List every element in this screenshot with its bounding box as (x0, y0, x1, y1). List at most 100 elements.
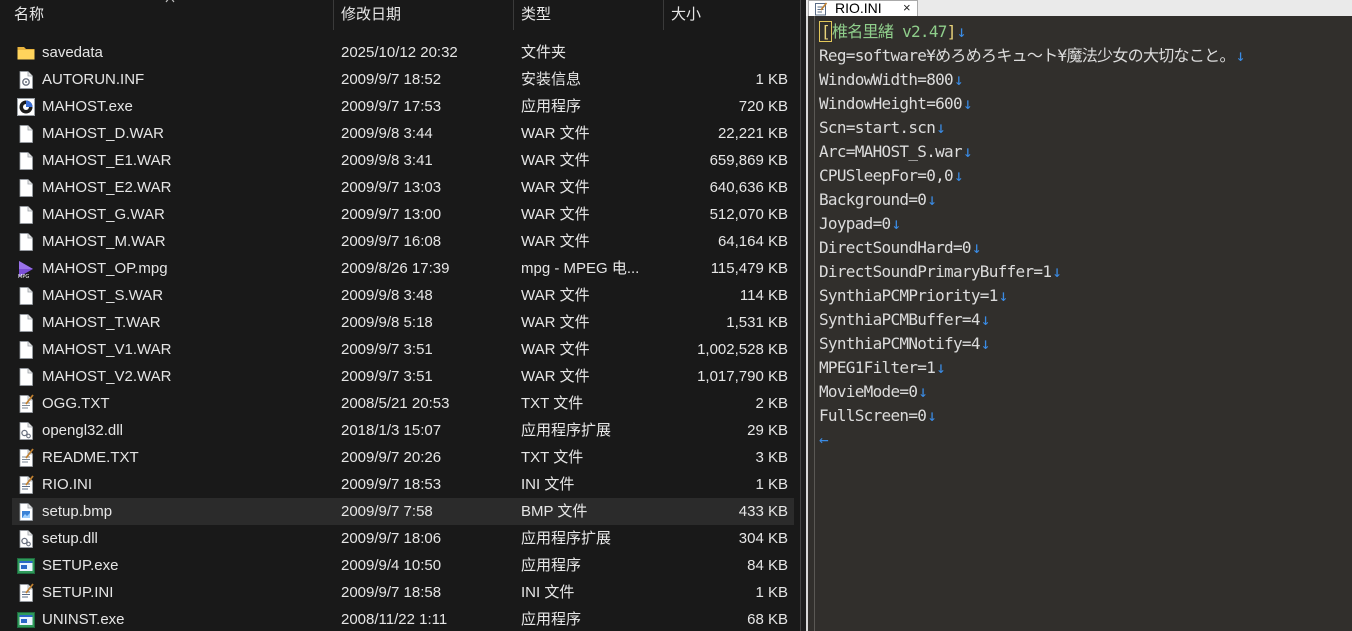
ini-key-line: Joypad=0↓ (819, 212, 1245, 236)
file-modified-date: 2009/9/7 3:51 (341, 341, 433, 358)
file-row[interactable]: MAHOST.exe 2009/9/7 17:53 应用程序 720 KB (12, 93, 794, 120)
file-row[interactable]: MAHOST_T.WAR 2009/9/8 5:18 WAR 文件 1,531 KB (12, 309, 794, 336)
line-end-icon: ↓ (891, 214, 901, 233)
file-name: MAHOST_V2.WAR (42, 368, 172, 385)
column-header-type[interactable]: 类型 (521, 0, 551, 30)
ini-key-line: MPEG1Filter=1↓ (819, 356, 1245, 380)
file-row[interactable]: OGG.TXT 2008/5/21 20:53 TXT 文件 2 KB (12, 390, 794, 417)
column-header-name[interactable]: 名称 (14, 0, 44, 30)
file-row[interactable]: SETUP.exe 2009/9/4 10:50 应用程序 84 KB (12, 552, 794, 579)
file-row[interactable]: MPG MAHOST_OP.mpg 2009/8/26 17:39 mpg - MPE… (12, 255, 794, 282)
file-row[interactable]: savedata 2025/10/12 20:32 文件夹 (12, 39, 794, 66)
file-name: README.TXT (42, 449, 139, 466)
end-of-file-icon: ← (819, 430, 829, 449)
column-divider[interactable] (333, 0, 334, 30)
file-size: 114 KB (739, 287, 788, 304)
line-end-icon: ↓ (962, 142, 973, 161)
file-name: MAHOST_T.WAR (42, 314, 161, 331)
file-modified-date: 2009/9/7 18:06 (341, 530, 442, 547)
ini-line-text: FullScreen=0 (819, 406, 927, 425)
file-name: OGG.TXT (42, 395, 110, 412)
editor-text-area[interactable]: [椎名里緒 v2.47]↓ Reg=software¥めろめろキュ〜ト¥魔法少女… (806, 16, 1352, 631)
file-modified-date: 2009/9/8 3:48 (341, 287, 433, 304)
file-type: INI 文件 (521, 476, 575, 493)
editor-tab-rio-ini[interactable]: RIO.INI × (808, 0, 918, 16)
file-row[interactable]: RIO.INI 2009/9/7 18:53 INI 文件 1 KB (12, 471, 794, 498)
dll-icon (19, 530, 33, 548)
file-modified-date: 2009/9/7 20:26 (341, 449, 442, 466)
file-name: SETUP.INI (42, 584, 114, 601)
installer-exe-icon (17, 612, 35, 628)
file-type: BMP 文件 (521, 503, 588, 520)
file-modified-date: 2018/1/3 15:07 (341, 422, 442, 439)
file-modified-date: 2009/9/7 13:00 (341, 206, 442, 223)
close-icon[interactable]: × (903, 0, 911, 16)
file-type: 文件夹 (521, 44, 567, 61)
file-row[interactable]: MAHOST_V1.WAR 2009/9/7 3:51 WAR 文件 1,002,52… (12, 336, 794, 363)
ini-key-line: MovieMode=0↓ (819, 380, 1245, 404)
column-divider[interactable] (513, 0, 514, 30)
file-row[interactable]: setup.dll 2009/9/7 18:06 应用程序扩展 304 KB (12, 525, 794, 552)
line-end-icon: ↓ (927, 190, 937, 209)
text-file-icon (19, 448, 34, 467)
file-row[interactable]: MAHOST_G.WAR 2009/9/7 13:00 WAR 文件 512,070 … (12, 201, 794, 228)
file-size: 68 KB (747, 611, 788, 628)
file-row[interactable]: README.TXT 2009/9/7 20:26 TXT 文件 3 KB (12, 444, 794, 471)
file-row[interactable]: MAHOST_M.WAR 2009/9/7 16:08 WAR 文件 64,164 K… (12, 228, 794, 255)
ini-line-text: MPEG1Filter=1 (819, 358, 936, 377)
ini-key-line: Reg=software¥めろめろキュ〜ト¥魔法少女の大切なこと。↓ (819, 44, 1245, 68)
line-end-icon: ↓ (954, 166, 964, 185)
file-modified-date: 2009/9/7 18:53 (341, 476, 442, 493)
file-row-selected[interactable]: setup.bmp 2009/9/7 7:58 BMP 文件 433 KB (12, 498, 794, 525)
file-type: WAR 文件 (521, 341, 590, 358)
file-row[interactable]: UNINST.exe 2008/11/22 1:11 应用程序 68 KB (12, 606, 794, 631)
file-row[interactable]: MAHOST_E1.WAR 2009/9/8 3:41 WAR 文件 659,869 … (12, 147, 794, 174)
line-end-icon: ↓ (1052, 262, 1062, 281)
app-exe-icon (17, 98, 35, 116)
text-editor-pane: RIO.INI × [椎名里緒 v2.47]↓ Reg=software¥めろめ… (806, 0, 1352, 631)
file-row[interactable]: MAHOST_E2.WAR 2009/9/7 13:03 WAR 文件 640,636… (12, 174, 794, 201)
file-row[interactable]: AUTORUN.INF 2009/9/7 18:52 安装信息 1 KB (12, 66, 794, 93)
column-header-date[interactable]: 修改日期 (341, 0, 401, 30)
column-header-size[interactable]: 大小 (671, 0, 701, 30)
ini-file-icon (815, 2, 828, 16)
column-header-row: 名称 修改日期 类型 大小 (0, 0, 800, 30)
file-size: 433 KB (738, 503, 788, 520)
ini-section-name: 椎名里緒 v2.47 (831, 22, 948, 41)
installer-exe-icon (17, 558, 35, 574)
file-explorer-pane: 名称 修改日期 类型 大小 savedata 2025/10/12 20:32 文件… (0, 0, 800, 631)
ini-key-line: Scn=start.scn↓ (819, 116, 1245, 140)
file-row[interactable]: MAHOST_V2.WAR 2009/9/7 3:51 WAR 文件 1,017,79… (12, 363, 794, 390)
file-type: WAR 文件 (521, 125, 590, 142)
line-end-icon: ↓ (998, 286, 1009, 305)
file-row[interactable]: opengl32.dll 2018/1/3 15:07 应用程序扩展 29 KB (12, 417, 794, 444)
file-type: mpg - MPEG 电... (521, 260, 640, 277)
ini-file-icon (19, 583, 34, 602)
ini-key-line: Arc=MAHOST_S.war↓ (819, 140, 1245, 164)
ini-line-text: MovieMode=0 (819, 382, 918, 401)
file-modified-date: 2009/9/8 3:44 (341, 125, 433, 142)
file-name: setup.dll (42, 530, 98, 547)
file-row[interactable]: MAHOST_S.WAR 2009/9/8 3:48 WAR 文件 114 KB (12, 282, 794, 309)
ini-line-text: Arc=MAHOST_S.war (819, 142, 963, 161)
file-icon (19, 233, 33, 251)
file-size: 304 KB (738, 530, 788, 547)
ini-key-line: WindowHeight=600↓ (819, 92, 1245, 116)
ini-line-text: Scn=start.scn (819, 118, 936, 137)
dll-icon (19, 422, 33, 440)
file-type: TXT 文件 (521, 395, 584, 412)
file-type: 应用程序扩展 (521, 530, 612, 547)
file-modified-date: 2009/9/7 18:52 (341, 71, 442, 88)
file-type: WAR 文件 (521, 314, 590, 331)
ini-line-text: DirectSoundHard=0 (819, 238, 972, 257)
file-row[interactable]: MAHOST_D.WAR 2009/9/8 3:44 WAR 文件 22,221 KB (12, 120, 794, 147)
folder-icon (17, 47, 35, 60)
column-divider[interactable] (663, 0, 664, 30)
file-modified-date: 2009/9/4 10:50 (341, 557, 442, 574)
file-size: 512,070 KB (709, 206, 788, 223)
sort-ascending-icon[interactable] (165, 0, 175, 4)
file-icon (19, 179, 33, 197)
file-row[interactable]: SETUP.INI 2009/9/7 18:58 INI 文件 1 KB (12, 579, 794, 606)
ini-line-text: WindowWidth=800 (819, 70, 954, 89)
svg-text:MPG: MPG (18, 274, 29, 279)
